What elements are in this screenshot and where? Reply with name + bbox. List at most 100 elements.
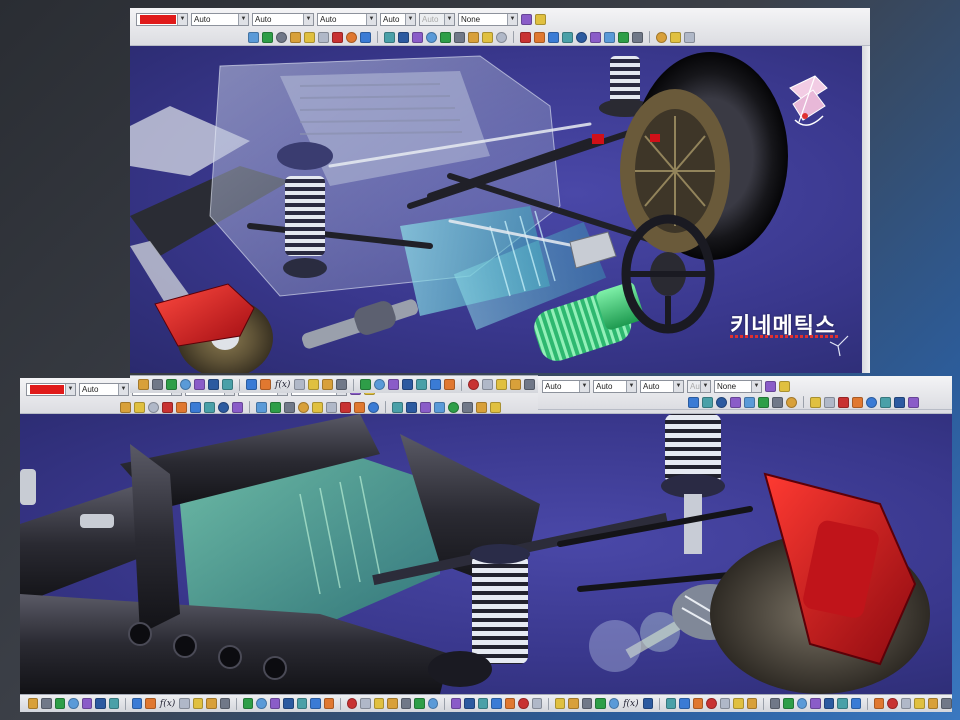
rotate-icon[interactable] [176, 401, 187, 413]
fit-all-icon[interactable] [555, 698, 566, 709]
linetype-dropdown[interactable]: Auto ▼ [593, 379, 637, 393]
measure-icon[interactable] [866, 396, 877, 408]
render-icon[interactable] [108, 698, 120, 709]
rotate-icon[interactable] [304, 31, 315, 43]
measure-icon[interactable] [887, 698, 898, 709]
chevron-down-icon[interactable]: ▼ [700, 380, 710, 392]
cube-icon[interactable] [336, 379, 348, 390]
pan-icon[interactable] [346, 31, 357, 43]
render-icon[interactable] [837, 698, 848, 709]
move-icon[interactable] [388, 379, 400, 390]
shade-icon[interactable] [412, 31, 423, 43]
layer-dropdown-disabled[interactable]: Auto▼ [687, 379, 711, 393]
cylinder-icon[interactable] [276, 31, 287, 43]
section-icon[interactable] [666, 698, 677, 709]
layer-icon[interactable] [476, 401, 487, 413]
cube-icon[interactable] [354, 401, 365, 413]
transparency-dropdown[interactable]: Auto ▼ [542, 379, 590, 393]
pan-icon[interactable] [194, 379, 205, 390]
render-icon[interactable] [222, 379, 233, 390]
chevron-down-icon[interactable]: ▼ [366, 13, 376, 25]
move-icon[interactable] [406, 401, 417, 413]
snap-icon[interactable] [192, 698, 204, 709]
layer-icon[interactable] [604, 31, 615, 43]
move-icon[interactable] [269, 698, 281, 709]
fit-all-icon[interactable] [68, 698, 79, 709]
shade-icon[interactable] [852, 396, 863, 408]
transparency-dropdown[interactable]: Auto ▼ [191, 12, 249, 26]
render-icon[interactable] [618, 31, 629, 43]
fit-all-icon[interactable] [310, 698, 321, 709]
thickness-dropdown[interactable]: Auto ▼ [317, 12, 377, 26]
color-dropdown[interactable]: ▼ [136, 12, 188, 26]
cube-icon[interactable] [941, 698, 952, 709]
format-painter-icon[interactable] [535, 13, 546, 25]
point-symbol-dropdown[interactable]: Auto ▼ [380, 12, 416, 26]
3d-viewport[interactable] [20, 414, 952, 694]
chevron-down-icon[interactable]: ▼ [673, 380, 683, 392]
chevron-down-icon[interactable]: ▼ [118, 383, 128, 395]
pan-icon[interactable] [444, 379, 456, 390]
sphere-icon[interactable] [360, 379, 372, 390]
wireframe-icon[interactable] [608, 698, 620, 709]
render-icon[interactable] [256, 401, 267, 413]
wireframe-icon[interactable] [270, 401, 281, 413]
cylinder-icon[interactable] [256, 698, 267, 709]
cylinder-icon[interactable] [733, 698, 744, 709]
compass-tool-icon[interactable] [908, 396, 919, 408]
shade-icon[interactable] [656, 31, 667, 43]
zoom-icon[interactable] [296, 698, 308, 709]
wireframe-icon[interactable] [132, 698, 143, 709]
chevron-down-icon[interactable]: ▼ [626, 380, 636, 392]
move-icon[interactable] [730, 396, 741, 408]
move-icon[interactable] [534, 31, 545, 43]
render-icon[interactable] [824, 396, 835, 408]
layer-icon[interactable] [95, 698, 106, 709]
shade-icon[interactable] [387, 698, 398, 709]
move-icon[interactable] [504, 698, 516, 709]
layer-icon[interactable] [810, 396, 821, 408]
pan-icon[interactable] [218, 401, 229, 413]
cube-icon[interactable] [706, 698, 717, 709]
pan-icon[interactable] [590, 31, 601, 43]
cylinder-icon[interactable] [148, 401, 159, 413]
pan-icon[interactable] [786, 396, 797, 408]
cylinder-icon[interactable] [374, 379, 386, 390]
chevron-down-icon[interactable]: ▼ [238, 13, 248, 25]
layer-icon[interactable] [823, 698, 835, 709]
measure-icon[interactable] [426, 31, 437, 43]
color-dropdown[interactable]: ▼ [26, 382, 76, 396]
section-icon[interactable] [440, 31, 451, 43]
sphere-icon[interactable] [134, 401, 145, 413]
formula-icon[interactable]: f(x) [159, 699, 176, 709]
zoom-icon[interactable] [190, 401, 201, 413]
sphere-icon[interactable] [702, 396, 713, 408]
wireframe-icon[interactable] [246, 379, 257, 390]
chevron-down-icon[interactable]: ▼ [303, 13, 313, 25]
compass-tool-icon[interactable] [692, 698, 704, 709]
format-painter-icon[interactable] [779, 380, 790, 392]
layer-icon[interactable] [581, 698, 593, 709]
layer-icon[interactable] [208, 379, 219, 390]
cylinder-icon[interactable] [520, 31, 531, 43]
thickness-dropdown[interactable]: Auto ▼ [640, 379, 684, 393]
rotate-icon[interactable] [770, 698, 781, 709]
sphere-icon[interactable] [719, 698, 731, 709]
chevron-down-icon[interactable]: ▼ [751, 380, 761, 392]
pan-icon[interactable] [568, 698, 579, 709]
render-icon[interactable] [595, 698, 606, 709]
section-icon[interactable] [880, 396, 891, 408]
sphere-icon[interactable] [243, 698, 254, 709]
fit-all-icon[interactable] [332, 31, 343, 43]
render-icon[interactable] [490, 401, 501, 413]
move-icon[interactable] [290, 31, 301, 43]
rotate-icon[interactable] [420, 401, 431, 413]
snap-icon[interactable] [454, 31, 465, 43]
measure-icon[interactable] [400, 698, 412, 709]
rotate-icon[interactable] [402, 379, 414, 390]
rotate-icon[interactable] [283, 698, 294, 709]
section-icon[interactable] [312, 401, 323, 413]
snap-icon[interactable] [308, 379, 320, 390]
rotate-icon[interactable] [518, 698, 529, 709]
wireframe-icon[interactable] [850, 698, 862, 709]
